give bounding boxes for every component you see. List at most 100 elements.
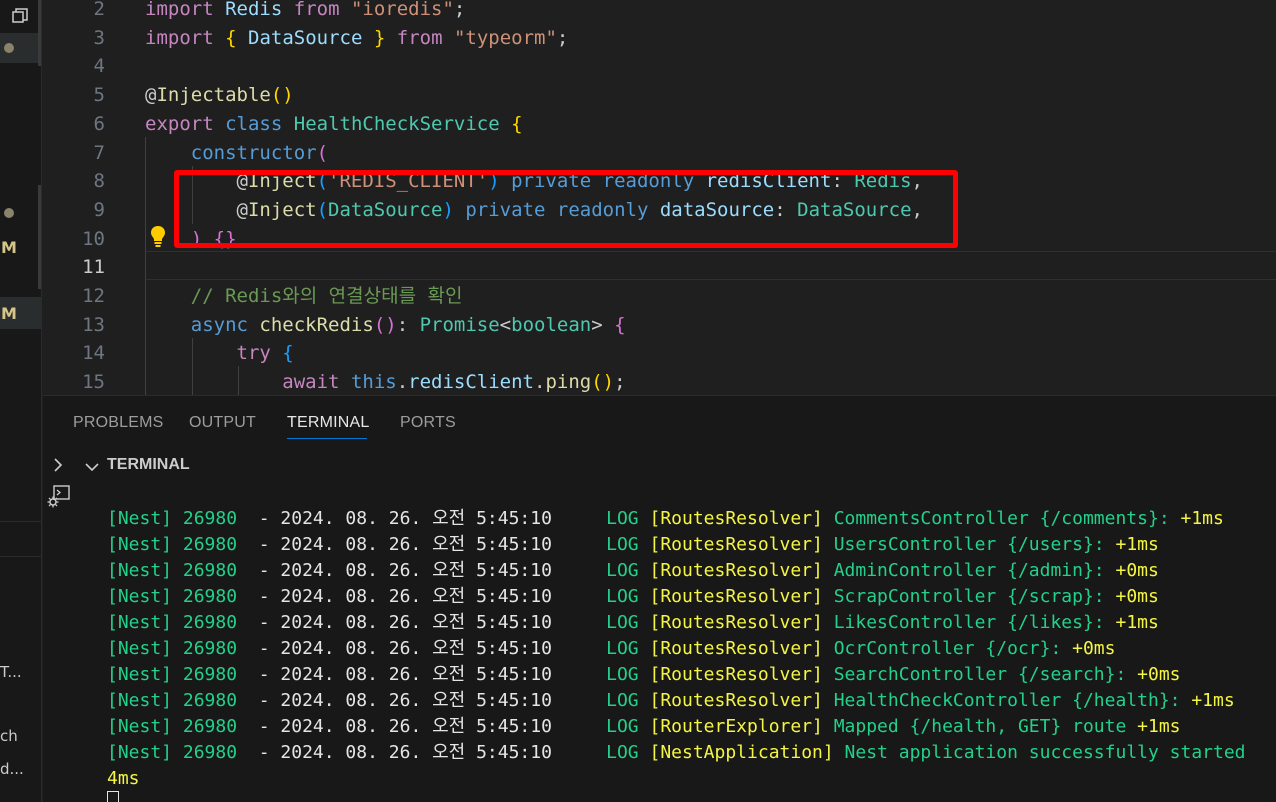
code-token: {	[282, 342, 294, 365]
terminal-timestamp: - 2024. 08. 26. 오전 5:45:10	[237, 560, 552, 581]
code-token: ping	[545, 371, 592, 394]
code-token: async	[190, 313, 248, 336]
terminal-context: [RoutesResolver]	[649, 534, 823, 555]
code-text: @Injectable()	[145, 81, 294, 110]
terminal-context: [RoutesResolver]	[649, 560, 823, 581]
code-text: constructor(	[145, 139, 328, 168]
terminal-timestamp: - 2024. 08. 26. 오전 5:45:10	[237, 716, 552, 737]
terminal-process: [Nest] 26980	[107, 742, 238, 763]
terminal-timestamp: - 2024. 08. 26. 오전 5:45:10	[237, 612, 552, 633]
restore-window-icon[interactable]	[10, 6, 30, 26]
terminal-timestamp: - 2024. 08. 26. 오전 5:45:10	[237, 664, 552, 685]
terminal-elapsed: +1ms	[1180, 690, 1235, 711]
line-number: 14	[82, 342, 105, 365]
terminal-context: [RoutesResolver]	[649, 612, 823, 633]
chevron-right-icon[interactable]	[51, 456, 65, 474]
code-token: (	[316, 141, 329, 164]
code-token: {	[225, 26, 237, 49]
code-line[interactable]: 13 async checkRedis(): Promise<boolean> …	[43, 311, 1276, 340]
code-token: :	[396, 313, 420, 336]
terminal-context: [RoutesResolver]	[649, 586, 823, 607]
code-line[interactable]: 12 // Redis와의 연결상태를 확인	[43, 282, 1276, 311]
annotation-highlight-box	[174, 170, 958, 248]
terminal-process: [Nest] 26980	[107, 508, 238, 529]
sidebar-item-text[interactable]: d...	[0, 760, 40, 778]
terminal-line: [Nest] 26980 - 2024. 08. 26. 오전 5:45:10 …	[107, 688, 1235, 714]
line-number: 2	[93, 0, 105, 20]
code-line[interactable]: 3 import { DataSource } from "typeorm";	[43, 24, 1276, 53]
code-line[interactable]: 4	[43, 52, 1276, 81]
code-token: Redis	[225, 0, 283, 20]
code-line[interactable]: 11	[43, 253, 1276, 282]
sidebar-item-text[interactable]: ch	[0, 727, 40, 745]
code-token: this	[350, 371, 397, 394]
tab-ports[interactable]: PORTS	[400, 414, 456, 432]
terminal-process: [Nest] 26980	[107, 612, 238, 633]
terminal-elapsed: +0ms	[1104, 586, 1159, 607]
modified-badge: M	[1, 304, 17, 323]
code-token: ()	[591, 371, 615, 394]
code-line[interactable]: 5 @Injectable()	[43, 81, 1276, 110]
terminal-message: HealthCheckController {/health}:	[822, 690, 1181, 711]
bottom-panel: PROBLEMS OUTPUT TERMINAL PORTS TERMINAL …	[43, 395, 1276, 802]
code-token: }	[373, 26, 386, 49]
code-token: {	[511, 112, 523, 135]
line-number: 12	[82, 285, 105, 307]
terminal-line: [Nest] 26980 - 2024. 08. 26. 오전 5:45:10 …	[107, 558, 1159, 584]
code-token: {	[614, 313, 626, 336]
terminal-line: [Nest] 26980 - 2024. 08. 26. 오전 5:45:10 …	[107, 610, 1159, 636]
code-line[interactable]: 14 try {	[43, 339, 1276, 368]
terminal-settings-icon[interactable]	[46, 484, 72, 510]
tab-output[interactable]: OUTPUT	[189, 414, 256, 432]
terminal-level: LOG	[551, 638, 650, 659]
code-token: import	[145, 0, 214, 20]
line-number: 9	[93, 198, 105, 221]
code-token: from	[396, 26, 443, 49]
code-line[interactable]: 7 constructor(	[43, 139, 1276, 168]
sidebar-item-text[interactable]: T...	[0, 663, 40, 681]
terminal-timestamp: - 2024. 08. 26. 오전 5:45:10	[237, 690, 552, 711]
code-line[interactable]: 15 await this.redisClient.ping();	[43, 368, 1276, 395]
terminal-message: SearchController {/search}:	[822, 664, 1127, 685]
modified-badge: M	[1, 238, 17, 257]
terminal-elapsed: +0ms	[1126, 664, 1181, 685]
terminal-message: UsersController {/users}:	[822, 534, 1105, 555]
terminal-timestamp: - 2024. 08. 26. 오전 5:45:10	[237, 508, 552, 529]
code-token: class	[225, 112, 283, 135]
terminal-message: Mapped {/health, GET} route	[822, 716, 1127, 737]
terminal-line: [Nest] 26980 - 2024. 08. 26. 오전 5:45:10 …	[107, 636, 1115, 662]
terminal-line: [Nest] 26980 - 2024. 08. 26. 오전 5:45:10 …	[107, 662, 1181, 688]
line-number: 11	[82, 256, 105, 279]
code-line[interactable]: 6 export class HealthCheckService {	[43, 110, 1276, 139]
code-token: from	[293, 0, 340, 20]
code-text: async checkRedis(): Promise<boolean> {	[145, 311, 626, 340]
terminal-timestamp: - 2024. 08. 26. 오전 5:45:10	[237, 742, 552, 763]
chevron-down-icon[interactable]	[83, 460, 101, 474]
line-number: 13	[82, 313, 105, 336]
terminal-message: LikesController {/likes}:	[822, 612, 1105, 633]
code-token: ()	[373, 313, 397, 336]
terminal-process: [Nest] 26980	[107, 638, 238, 659]
terminal-level: LOG	[551, 742, 650, 763]
terminal-level: LOG	[551, 716, 650, 737]
tab-problems[interactable]: PROBLEMS	[73, 414, 164, 432]
sidebar-divider	[0, 521, 41, 522]
code-line[interactable]: 2 import Redis from "ioredis";	[43, 0, 1276, 24]
terminal-elapsed: 4ms	[107, 768, 140, 789]
code-token: try	[236, 342, 271, 365]
tab-terminal[interactable]: TERMINAL	[287, 414, 370, 432]
code-text: export class HealthCheckService {	[145, 110, 523, 139]
terminal-section-title[interactable]: TERMINAL	[107, 456, 190, 474]
lightbulb-icon[interactable]	[149, 224, 167, 248]
code-token: Injectable	[156, 84, 271, 107]
code-editor[interactable]: 2 import Redis from "ioredis"; 3 import { D…	[43, 0, 1276, 395]
terminal-context: [RoutesResolver]	[649, 508, 823, 529]
